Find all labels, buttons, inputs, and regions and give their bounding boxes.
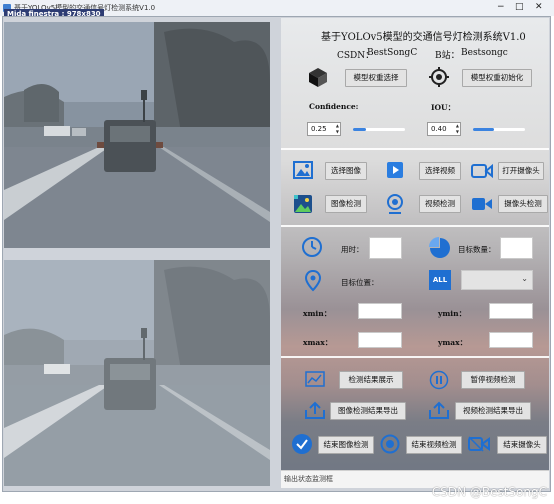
end-video-button[interactable]: 结束视频检测	[406, 436, 462, 454]
select-image-button[interactable]: 选择图像	[325, 162, 367, 180]
stop-circle-icon	[380, 434, 400, 454]
iou-label: IOU：	[431, 103, 456, 112]
confidence-label: Confidence:	[309, 102, 359, 111]
check-circle-icon	[292, 434, 312, 454]
pause-icon	[429, 370, 449, 390]
video-file-icon	[387, 162, 403, 178]
iou-slider-fill	[473, 128, 494, 131]
confidence-slider-fill	[353, 128, 366, 131]
all-badge-text: ALL	[432, 276, 448, 284]
iou-slider[interactable]	[473, 128, 525, 131]
xmax-field	[358, 332, 402, 348]
upload-icon	[429, 401, 449, 419]
confidence-value: 0.25	[311, 125, 327, 133]
webcam-icon	[387, 194, 403, 214]
camera-icon	[471, 163, 493, 179]
road-scene-result-image	[4, 260, 270, 486]
export-video-button[interactable]: 视频检测结果导出	[455, 402, 531, 420]
iou-spinbox[interactable]: 0.40 ▲ ▼	[427, 122, 461, 136]
camera-off-icon	[468, 436, 490, 452]
time-field	[369, 237, 402, 259]
xmin-label: xmin：	[303, 309, 332, 318]
open-camera-button[interactable]: 打开摄像头	[498, 162, 544, 180]
minimize-button[interactable]: −	[497, 2, 505, 12]
video-camera-icon	[472, 198, 492, 210]
ymin-field	[489, 303, 533, 319]
pause-video-button[interactable]: 暂停视频检测	[461, 371, 525, 389]
model-select-button[interactable]: 模型权重选择	[345, 69, 407, 87]
position-dropdown[interactable]: ⌄	[461, 270, 533, 290]
line-chart-icon	[305, 371, 325, 387]
maximize-button[interactable]: □	[515, 2, 524, 12]
upload-icon	[305, 401, 325, 419]
cube-icon	[309, 68, 327, 87]
spin-arrows-icon[interactable]: ▲ ▼	[336, 123, 339, 135]
count-field	[500, 237, 533, 259]
detection-result-view	[4, 260, 270, 486]
ymax-field	[489, 332, 533, 348]
csdn-value: BestSongC	[367, 48, 418, 58]
show-results-button[interactable]: 检测结果展示	[339, 371, 403, 389]
panel-title: 基于YOLOv5模型的交通信号灯检测系统V1.0	[321, 32, 526, 43]
road-scene-image	[4, 22, 270, 248]
location-pin-icon	[305, 270, 321, 292]
original-image-view	[4, 22, 270, 248]
end-image-button[interactable]: 结束图像检测	[318, 436, 374, 454]
ymin-label: ymin：	[438, 309, 467, 318]
clock-icon	[302, 237, 322, 257]
spin-arrows-icon[interactable]: ▲ ▼	[456, 123, 459, 135]
bstation-label: B站：	[435, 51, 460, 61]
csdn-watermark: CSDN @BestSongC	[431, 485, 547, 499]
bstation-value: Bestsongc	[461, 48, 508, 58]
iou-value: 0.40	[431, 125, 447, 133]
end-camera-button[interactable]: 结束摄像头	[497, 436, 547, 454]
export-image-button[interactable]: 图像检测结果导出	[330, 402, 406, 420]
xmin-field	[358, 303, 402, 319]
confidence-spinbox[interactable]: 0.25 ▲ ▼	[307, 122, 341, 136]
control-panel: 基于YOLOv5模型的交通信号灯检测系统V1.0 CSDN： BestSongC…	[281, 18, 549, 488]
pie-chart-icon	[429, 237, 450, 258]
video-detect-button[interactable]: 视频检测	[419, 195, 461, 213]
section-divider	[281, 225, 549, 227]
select-video-button[interactable]: 选择视频	[419, 162, 461, 180]
camera-detect-button[interactable]: 摄像头检测	[498, 195, 548, 213]
section-divider	[281, 356, 549, 358]
time-label: 用时：	[341, 245, 364, 254]
xmax-label: xmax：	[303, 338, 333, 347]
close-button[interactable]: ✕	[535, 2, 543, 12]
count-label: 目标数量：	[458, 245, 496, 254]
section-divider	[281, 148, 549, 150]
target-icon	[429, 67, 449, 87]
chevron-down-icon: ⌄	[521, 274, 528, 283]
ymax-label: ymax：	[438, 338, 468, 347]
position-label: 目标位置：	[341, 278, 379, 287]
model-init-button[interactable]: 模型权重初始化	[462, 69, 532, 87]
image-detect-button[interactable]: 图像检测	[325, 195, 367, 213]
image-icon	[293, 161, 313, 179]
image-detect-icon	[294, 195, 312, 213]
all-badge: ALL	[429, 270, 451, 290]
confidence-slider[interactable]	[353, 128, 405, 131]
